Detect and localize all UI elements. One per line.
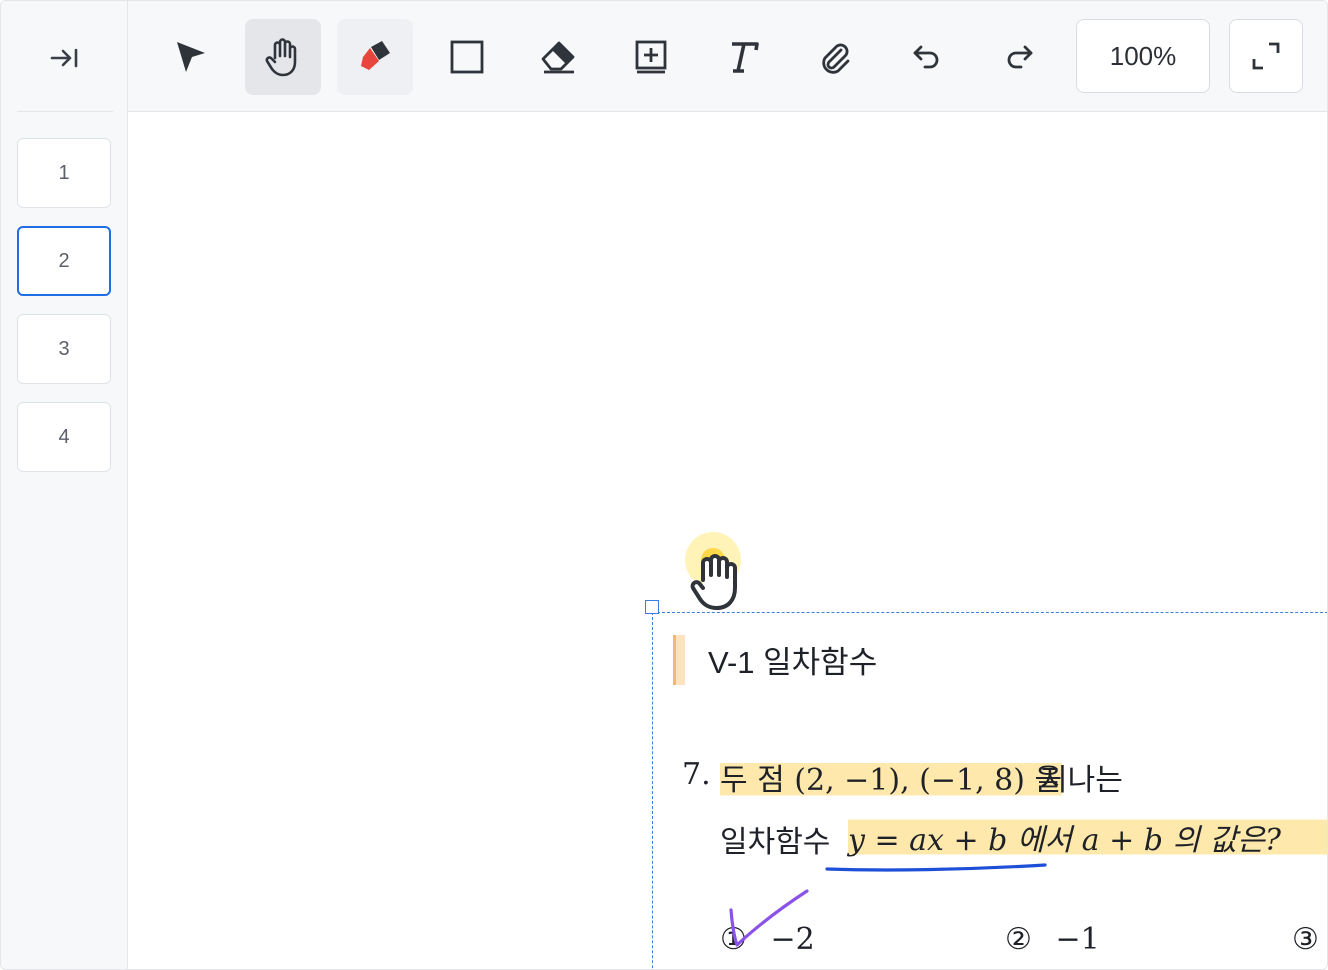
paperclip-icon	[822, 43, 850, 74]
option-2-marker: ②	[1005, 922, 1032, 957]
fullscreen-button[interactable]	[1229, 19, 1303, 93]
redo-icon	[1007, 45, 1033, 69]
selection-handle[interactable]	[645, 600, 659, 614]
option-3-marker: ③	[1292, 922, 1319, 957]
option-2-value: −1	[1055, 922, 1100, 957]
collapse-right-icon	[50, 48, 78, 68]
hand-tool-button[interactable]	[245, 19, 321, 95]
attach-tool-button[interactable]	[797, 19, 873, 95]
section-title-marker	[673, 635, 685, 685]
toolbar: 100%	[128, 1, 1327, 112]
collapse-sidebar-button[interactable]	[37, 39, 93, 77]
redo-button[interactable]	[981, 19, 1057, 95]
highlighter-icon	[361, 41, 390, 70]
option-3[interactable]: ③	[1292, 922, 1319, 957]
undo-button[interactable]	[889, 19, 965, 95]
highlighter-tool-button[interactable]	[337, 19, 413, 95]
sidebar-divider	[17, 111, 113, 112]
page-sidebar: 1 2 3 4	[1, 1, 128, 969]
page-thumb-4[interactable]: 4	[17, 402, 111, 472]
eraser-icon	[541, 41, 575, 74]
undo-icon	[913, 45, 939, 69]
zoom-level-button[interactable]: 100%	[1076, 19, 1210, 93]
question-line2-highlighted: y = ax + b 에서 a + b 의 값은?	[848, 815, 1327, 859]
select-tool-button[interactable]	[153, 19, 229, 95]
add-page-tool-button[interactable]	[613, 19, 689, 95]
hand-cursor-icon	[685, 532, 741, 610]
hand-icon	[265, 38, 297, 77]
text-icon	[732, 42, 759, 73]
add-box-icon	[635, 40, 667, 74]
select-arrow-icon	[177, 42, 205, 72]
text-tool-button[interactable]	[705, 19, 781, 95]
page-thumb-1[interactable]: 1	[17, 138, 111, 208]
option-2[interactable]: ② −1	[1005, 922, 1100, 957]
app-window: 1 2 3 4 100% V-1 일차함수 7. 두 점 (2, −1), (−…	[0, 0, 1328, 970]
rectangle-tool-button[interactable]	[429, 19, 505, 95]
question-line2-prefix: 일차함수	[720, 825, 831, 860]
fullscreen-icon	[1252, 42, 1280, 70]
eraser-tool-button[interactable]	[521, 19, 597, 95]
question-number: 7.	[682, 757, 711, 792]
page-thumb-2[interactable]: 2	[17, 226, 111, 296]
page-thumb-3[interactable]: 3	[17, 314, 111, 384]
question-line1-rest: 지나는	[1040, 763, 1123, 798]
ink-underline	[825, 863, 1047, 872]
document-canvas[interactable]: V-1 일차함수 7. 두 점 (2, −1), (−1, 8) 을 지나는 일…	[128, 112, 1327, 969]
hand-cursor	[676, 530, 756, 620]
question-line1-highlighted: 두 점 (2, −1), (−1, 8) 을	[720, 755, 1063, 799]
section-title: V-1 일차함수	[708, 645, 878, 680]
rectangle-icon	[450, 40, 484, 74]
ink-check-mark	[729, 889, 809, 947]
